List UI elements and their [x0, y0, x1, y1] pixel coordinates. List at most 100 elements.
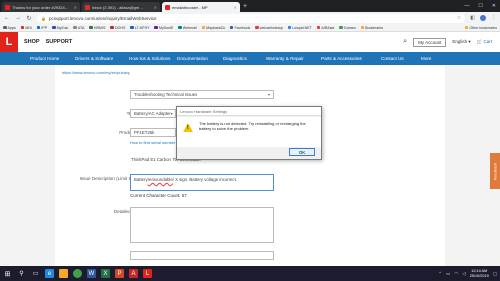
bookmark-item[interactable]: MDI	[20, 26, 32, 30]
bookmark-item[interactable]: Webmail	[178, 26, 197, 30]
maximize-button[interactable]: ☐	[478, 0, 482, 12]
character-count: Current Character Count: 57	[130, 193, 187, 198]
bookmark-item[interactable]: AIRAsia	[316, 26, 334, 30]
browser-tab-active[interactable]: emailathoosier - MP ✕	[162, 2, 240, 12]
chrome-icon[interactable]	[73, 269, 82, 278]
url-field[interactable]: 🔒 pcsupport.lenovo.com/us/en/inquiry/Ema…	[37, 13, 466, 23]
file-explorer-icon[interactable]	[59, 269, 68, 278]
browser-tab-strip: Thanks for your order #29324… ✕ Inbox (2…	[0, 0, 500, 12]
bookmark-favicon-icon	[154, 25, 158, 30]
bookmark-item[interactable]: DOHS	[110, 26, 125, 30]
windows-start-icon[interactable]: ⊞	[3, 269, 12, 278]
address-bar: ← → ↻ 🔒 pcsupport.lenovo.com/us/en/inqui…	[0, 12, 500, 24]
bookmark-item[interactable]: Apps	[3, 26, 16, 30]
tab-close-icon[interactable]: ✕	[74, 5, 77, 10]
inquiry-form: https://www.lenovo.com/my/en/privacy Inq…	[55, 65, 445, 266]
lenovo-app-icon[interactable]: L	[143, 269, 152, 278]
other-bookmarks[interactable]: Other bookmarks	[464, 26, 497, 30]
bookmark-item[interactable]: MySoniE	[154, 26, 173, 30]
nav-documentation[interactable]: Documentation	[177, 56, 223, 61]
dialog-message: The battery is not detected. Try reinsta…	[199, 121, 306, 131]
wifi-icon[interactable]: ◠	[454, 271, 458, 277]
bookmark-item[interactable]: HRMIS	[89, 26, 105, 30]
first-name-input[interactable]	[130, 251, 274, 260]
bookmark-item[interactable]: IPP	[36, 26, 47, 30]
shop-link[interactable]: SHOP	[24, 39, 40, 45]
tray-chevron-icon[interactable]: ⌃	[438, 271, 442, 277]
acrobat-icon[interactable]: A	[129, 269, 138, 278]
excel-icon[interactable]: X	[101, 269, 110, 278]
bookmark-favicon-icon	[360, 25, 365, 30]
lenovo-logo[interactable]: L	[0, 32, 18, 52]
extension-icon[interactable]: ◧	[470, 15, 475, 21]
feedback-tab[interactable]: Feedback	[490, 153, 500, 189]
bookmarks-bar: Apps MDI IPP MyZulu ATA HRMIS DOHS LT-KPSY MySon…	[0, 24, 500, 32]
bookmark-item[interactable]: MaybankZu	[201, 25, 225, 30]
language-selector[interactable]: English ▾	[452, 39, 470, 45]
bookmark-item[interactable]: LT-KPSY	[130, 26, 149, 30]
lenovo-hardware-settings-dialog: Lenovo Hardware Settings ! The battery i…	[176, 106, 322, 160]
clock[interactable]: 12:14 AM 25/10/2019	[470, 269, 489, 278]
nav-product-home[interactable]: Product Home	[30, 56, 75, 61]
nav-how-tos[interactable]: How-tos & Solutions	[129, 56, 177, 61]
battery-icon[interactable]: ▭	[446, 271, 450, 277]
minimize-button[interactable]: —	[464, 0, 469, 12]
bookmark-item[interactable]: Facebook	[229, 25, 250, 30]
new-tab-button[interactable]: +	[243, 2, 247, 12]
serial-number-input[interactable]: PF1ET26k	[130, 128, 176, 137]
back-arrow-icon[interactable]: ←	[4, 15, 10, 21]
reload-icon[interactable]: ↻	[26, 15, 32, 22]
nav-drivers-software[interactable]: Drivers & Software	[75, 56, 129, 61]
search-icon[interactable]: ⚲	[17, 269, 26, 278]
nav-diagnostics[interactable]: Diagnostics	[223, 56, 266, 61]
bookmark-item[interactable]: ATA	[73, 26, 84, 30]
warning-exclamation-icon: !	[187, 125, 189, 131]
technical-category-select[interactable]: Battery/AC Adapter	[130, 109, 176, 118]
page-content: https://www.lenovo.com/my/en/privacy Inq…	[0, 65, 500, 266]
browser-tab[interactable]: Thanks for your order #29324… ✕	[2, 2, 80, 12]
search-icon[interactable]: ⌕	[403, 38, 407, 46]
steps-textarea[interactable]	[130, 207, 274, 243]
bookmark-item[interactable]: Lowyat.NET	[287, 26, 312, 30]
tab-close-icon[interactable]: ✕	[154, 5, 157, 10]
tab-close-icon[interactable]: ✕	[234, 5, 237, 10]
cart-link[interactable]: 🛒 Cart	[477, 39, 492, 45]
close-window-button[interactable]: ✕	[492, 0, 496, 12]
word-icon[interactable]: W	[87, 269, 96, 278]
dialog-body: ! The battery is not detected. Try reins…	[177, 117, 321, 147]
bookmark-item[interactable]: welcaehotstop	[255, 26, 283, 30]
nav-more[interactable]: More	[421, 56, 451, 61]
inquiry-options-select[interactable]: Troubleshooting Technical Issues	[130, 90, 274, 99]
bookmark-favicon-icon	[339, 25, 343, 30]
powerpoint-icon[interactable]: P	[115, 269, 124, 278]
edge-icon[interactable]: e	[45, 269, 54, 278]
browser-tab[interactable]: Inbox (2,391) - aliasa@gm… ✕	[82, 2, 160, 12]
support-link[interactable]: SUPPORT	[46, 39, 73, 45]
notification-icon[interactable]: ▢	[493, 271, 497, 277]
tab-favicon-icon	[85, 4, 90, 10]
menu-dots-icon[interactable]: ⋮	[491, 15, 496, 21]
tab-title: Inbox (2,391) - aliasa@gm…	[92, 4, 144, 10]
privacy-link[interactable]: https://www.lenovo.com/my/en/privacy	[62, 70, 130, 75]
serial-help-link[interactable]: How to find serial number	[130, 140, 175, 145]
bookmark-item[interactable]: Bookmarks	[360, 25, 383, 30]
bookmark-item[interactable]: Gobam	[339, 25, 356, 30]
bookmark-item[interactable]: MyZulu	[52, 26, 68, 30]
ok-button[interactable]: OK	[289, 148, 315, 156]
my-account-button[interactable]: My Account	[413, 37, 447, 47]
nav-warranty-repair[interactable]: Warranty & Repair	[266, 56, 321, 61]
bookmark-star-icon[interactable]: ☆	[457, 15, 461, 21]
task-view-icon[interactable]: ▭	[31, 269, 40, 278]
tab-title: Thanks for your order #29324…	[12, 4, 69, 10]
nav-contact-us[interactable]: Contact Us	[381, 56, 421, 61]
issue-description-textarea[interactable]: Battery remoundable / X sign. Battery vol…	[130, 174, 274, 191]
volume-icon[interactable]: ◁	[462, 271, 465, 277]
tab-favicon-icon	[165, 4, 170, 10]
nav-parts-accessories[interactable]: Parts & Accessories	[321, 56, 381, 61]
profile-avatar[interactable]	[480, 15, 486, 21]
url-text: pcsupport.lenovo.com/us/en/inquiry/Email…	[48, 15, 157, 21]
bookmark-favicon-icon	[201, 25, 206, 30]
forward-arrow-icon[interactable]: →	[15, 15, 21, 21]
bookmark-favicon-icon	[229, 25, 234, 30]
windows-taskbar: ⊞ ⚲ ▭ e W X P A L ⌃ ▭ ◠ ◁ 12:14 AM 25/10…	[0, 266, 500, 281]
